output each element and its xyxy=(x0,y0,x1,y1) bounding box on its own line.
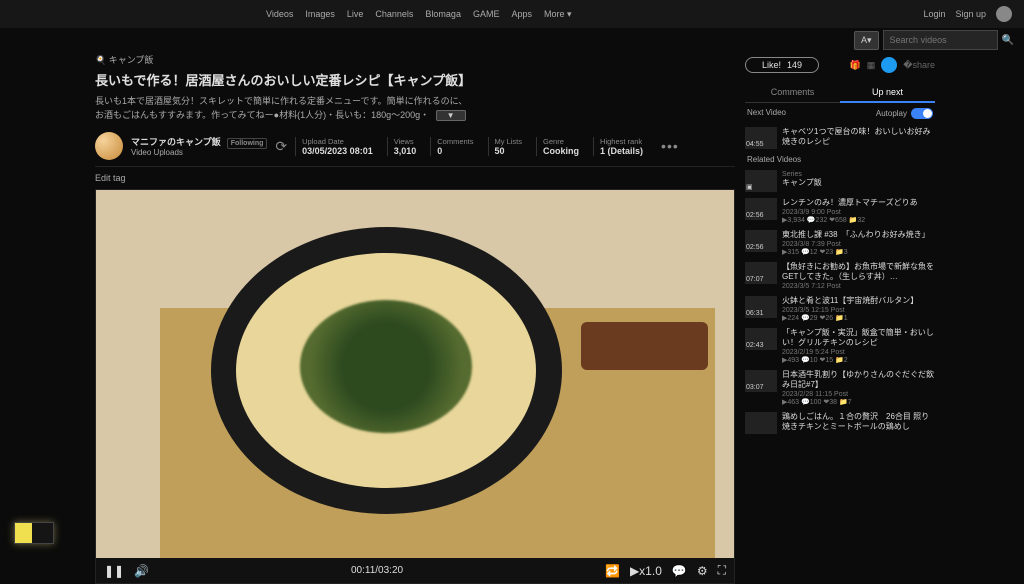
related-item[interactable]: 03:07 日本酒牛乳割り【ゆかりさんのぐだぐだ飲み日記#7】 2023/2/2… xyxy=(745,367,935,409)
thumb: 02:56 xyxy=(745,198,777,220)
page-title: 長いもで作る！居酒屋さんのおいしい定番レシピ【キャンプ飯】 xyxy=(95,70,735,89)
more-icon[interactable]: ••• xyxy=(657,138,683,154)
nav-game[interactable]: GAME xyxy=(469,9,504,20)
like-button[interactable]: Like!149 xyxy=(745,57,819,73)
signup-link[interactable]: Sign up xyxy=(955,9,986,19)
item-stats: ▶3,934 💬232 ❤658 📁32 xyxy=(782,216,935,224)
item-date: 2023/3/8 7:39 Post xyxy=(782,241,935,248)
autoplay-toggle[interactable] xyxy=(911,108,933,119)
autoplay-label: Autoplay xyxy=(876,109,907,118)
item-date: 2023/3/5 7:12 Post xyxy=(782,283,935,290)
search-input[interactable] xyxy=(883,30,998,50)
item-title: 鶏めしごはん。１合の贅沢 26合目 照り焼きチキンとミートボールの鶏めし xyxy=(782,412,935,432)
related-item[interactable]: 02:43 「キャンプ飯・実況」飯盒で簡単・おいしい！グリルチキンのレシピ 20… xyxy=(745,325,935,367)
info-row: マニファのキャンプ飯Following Video Uploads ⟳ Uplo… xyxy=(95,132,735,167)
related-item[interactable]: 02:56 レンチンのみ！濃厚トマチーズどりあ 2023/3/9 9:00 Po… xyxy=(745,195,935,227)
twitter-icon[interactable] xyxy=(881,57,897,73)
tab-upnext[interactable]: Up next xyxy=(840,83,935,103)
related-header: Related Videos xyxy=(745,152,935,167)
search-icon[interactable]: 🔍 xyxy=(1002,35,1014,46)
item-date: 2023/3/5 12:15 Post xyxy=(782,307,935,314)
share-icon[interactable]: �share xyxy=(903,60,935,71)
gift-icon[interactable]: 🎁 xyxy=(850,60,861,71)
top-nav: Videos Images Live Channels Blomaga GAME… xyxy=(0,0,1024,28)
thumb: 02:56 xyxy=(745,230,777,252)
thumb xyxy=(745,412,777,434)
next-video-item[interactable]: 04:55 キャベツ1つで屋台の味！おいしいお好み焼きのレシピ xyxy=(745,124,935,152)
thumb: 06:31 xyxy=(745,296,777,318)
related-item[interactable]: 06:31 火鉢と肴と波11【宇宙焼酎バルタン】 2023/3/5 12:15 … xyxy=(745,293,935,325)
related-item[interactable]: 02:56 東北推し課 #38 「ふんわりお好み焼き」 2023/3/8 7:3… xyxy=(745,227,935,259)
playback-time: 00:11/03:20 xyxy=(351,565,403,576)
thumb: 07:07 xyxy=(745,262,777,284)
loop-icon[interactable]: 🔁 xyxy=(605,564,620,578)
nav-videos[interactable]: Videos xyxy=(262,9,297,20)
series-icon: ▣ xyxy=(745,170,777,192)
refresh-icon[interactable]: ⟳ xyxy=(275,138,287,155)
item-title: 「キャンプ飯・実況」飯盒で簡単・おいしい！グリルチキンのレシピ xyxy=(782,328,935,348)
uploader-avatar[interactable] xyxy=(95,132,123,160)
item-title: 日本酒牛乳割り【ゆかりさんのぐだぐだ飲み日記#7】 xyxy=(782,370,935,390)
thumb: 04:55 xyxy=(745,127,777,149)
ad-icon[interactable]: ▦ xyxy=(867,60,876,71)
nav-images[interactable]: Images xyxy=(301,9,339,20)
player-controls: ❚❚ 🔊 00:11/03:20 🔁 ▶x1.0 💬 ⚙ ⛶ xyxy=(96,558,734,583)
thumb: 02:43 xyxy=(745,328,777,350)
pause-icon[interactable]: ❚❚ xyxy=(104,564,124,578)
series-item[interactable]: ▣ Series キャンプ飯 xyxy=(745,167,935,195)
breadcrumb[interactable]: 🍳 キャンプ飯 xyxy=(95,53,735,66)
video-frame xyxy=(96,190,734,558)
stat-rank[interactable]: Highest rank1 (Details) xyxy=(593,137,649,156)
fullscreen-icon[interactable]: ⛶ xyxy=(718,563,726,578)
nav-blomaga[interactable]: Blomaga xyxy=(421,9,465,20)
item-stats: ▶463 💬100 ❤38 📁7 xyxy=(782,398,935,406)
avatar[interactable] xyxy=(996,6,1012,22)
login-link[interactable]: Login xyxy=(923,9,945,19)
stat-mylists: My Lists50 xyxy=(488,137,529,156)
nav-apps[interactable]: Apps xyxy=(507,9,536,20)
language-button[interactable]: A▾ xyxy=(854,31,879,50)
item-title: 東北推し課 #38 「ふんわりお好み焼き」 xyxy=(782,230,935,240)
stat-genre[interactable]: GenreCooking xyxy=(536,137,585,156)
search-area: A▾ 🔍 xyxy=(854,30,1014,50)
nav-live[interactable]: Live xyxy=(343,9,368,20)
nav-right: Login Sign up xyxy=(923,6,1012,22)
comment-toggle-icon[interactable]: 💬 xyxy=(672,564,687,578)
item-title: 【魚好きにお勧め】お魚市場で新鮮な魚をGETしてきた。（生しらす丼）… xyxy=(782,262,935,282)
item-date: 2023/3/9 9:00 Post xyxy=(782,209,935,216)
related-item[interactable]: 鶏めしごはん。１合の贅沢 26合目 照り焼きチキンとミートボールの鶏めし xyxy=(745,409,935,437)
video-player[interactable]: ❚❚ 🔊 00:11/03:20 🔁 ▶x1.0 💬 ⚙ ⛶ xyxy=(95,189,735,584)
mini-widget[interactable] xyxy=(14,522,54,544)
edit-tag-link[interactable]: Edit tag xyxy=(95,173,735,183)
settings-icon[interactable]: ⚙ xyxy=(697,564,708,578)
item-date: 2023/2/19 5:24 Post xyxy=(782,349,935,356)
tab-comments[interactable]: Comments xyxy=(745,83,840,103)
expand-desc-button[interactable]: ▼ xyxy=(436,110,466,121)
speed-button[interactable]: ▶x1.0 xyxy=(630,564,662,578)
stat-views: Views3,010 xyxy=(387,137,423,156)
item-stats: ▶224 💬29 ❤26 📁1 xyxy=(782,314,935,322)
uploader-meta[interactable]: マニファのキャンプ飯Following Video Uploads xyxy=(131,135,267,157)
stat-upload-date: Upload Date03/05/2023 08:01 xyxy=(295,137,379,156)
related-item[interactable]: 07:07 【魚好きにお勧め】お魚市場で新鮮な魚をGETしてきた。（生しらす丼）… xyxy=(745,259,935,293)
next-video-label: Next Video xyxy=(747,108,786,119)
item-stats: ▶315 💬12 ❤23 📁3 xyxy=(782,248,935,256)
item-date: 2023/2/28 11:15 Post xyxy=(782,391,935,398)
thumb: 03:07 xyxy=(745,370,777,392)
volume-icon[interactable]: 🔊 xyxy=(134,564,149,578)
stat-comments: Comments0 xyxy=(430,137,479,156)
item-title: 火鉢と肴と波11【宇宙焼酎バルタン】 xyxy=(782,296,935,306)
item-title: レンチンのみ！濃厚トマチーズどりあ xyxy=(782,198,935,208)
nav-more[interactable]: More ▾ xyxy=(540,9,576,20)
nav-links: Videos Images Live Channels Blomaga GAME… xyxy=(262,9,576,20)
item-stats: ▶493 💬10 ❤15 📁2 xyxy=(782,356,935,364)
video-description: 長いも1本で居酒屋気分！スキレットで簡単に作れる定番メニューです。簡単に作れるの… xyxy=(95,95,735,122)
nav-channels[interactable]: Channels xyxy=(371,9,417,20)
